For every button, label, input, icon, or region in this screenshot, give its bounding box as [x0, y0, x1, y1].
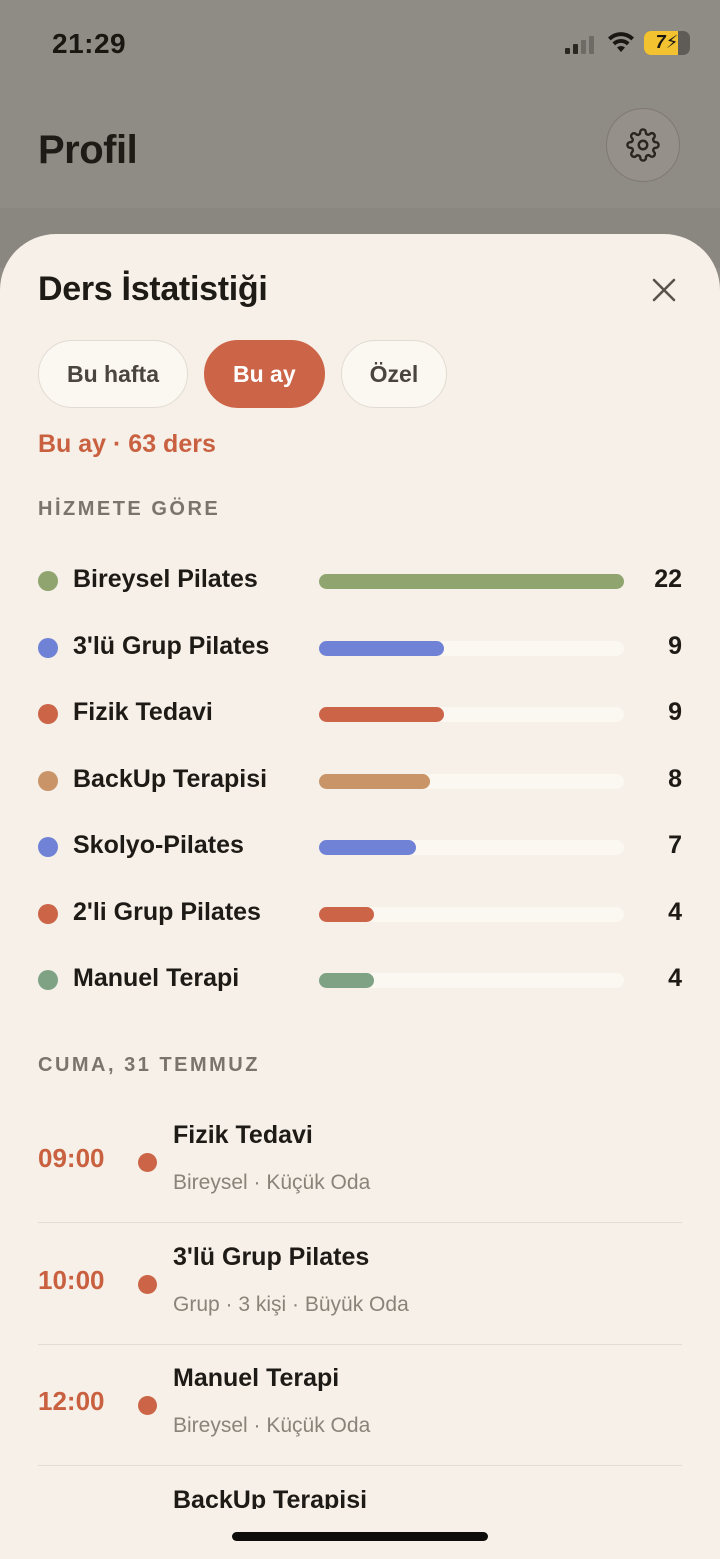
service-name: BackUp Terapisi: [73, 764, 268, 793]
service-bar-track: [319, 640, 624, 656]
service-name: Bireysel Pilates: [73, 565, 258, 593]
service-row: 2'li Grup Pilates 4: [38, 894, 682, 934]
service-row: 3'lü Grup Pilates 9: [38, 628, 682, 668]
session-status-dot: [138, 1153, 157, 1172]
service-bar-track: [319, 707, 624, 722]
session-name: Manuel Terapi: [173, 1364, 340, 1392]
service-bar-fill: [319, 840, 417, 855]
session-list-item[interactable]: 09:00 Fizik Tedavi Bireysel · Küçük Oda: [38, 1101, 682, 1223]
service-bar-fill: [319, 773, 430, 789]
session-status-dot: [138, 1396, 157, 1415]
service-name: Skolyo-Pilates: [73, 831, 244, 859]
battery-level-text: 7⚡: [655, 32, 679, 52]
service-color-dot: [38, 704, 58, 724]
settings-button[interactable]: [606, 108, 680, 182]
service-count: 9: [668, 631, 682, 660]
service-row: Bireysel Pilates 22: [38, 561, 682, 601]
signal-icon: [565, 34, 599, 54]
wifi-icon: [606, 30, 636, 54]
session-list-item[interactable]: 12:00 Manuel Terapi Bireysel · Küçük Oda: [38, 1344, 682, 1466]
service-count: 9: [668, 698, 682, 726]
status-time: 21:29: [52, 28, 127, 59]
session-meta: Bireysel · Küçük Oda: [173, 1171, 371, 1194]
session-name: Fizik Tedavi: [173, 1121, 313, 1149]
service-bar-track: [319, 574, 624, 589]
service-row: Manuel Terapi 4: [38, 960, 682, 1000]
service-name: Fizik Tedavi: [73, 698, 213, 726]
service-color-dot: [38, 903, 58, 924]
service-row: Skolyo-Pilates 7: [38, 827, 682, 867]
gear-icon: [626, 128, 660, 162]
service-count: 22: [654, 565, 682, 593]
service-count: 7: [668, 831, 682, 859]
service-bar-fill: [319, 906, 375, 922]
service-row: BackUp Terapisi 8: [38, 761, 682, 801]
service-bar-track: [319, 906, 624, 922]
session-status-dot: [138, 1274, 157, 1294]
service-color-dot: [38, 837, 58, 857]
session-meta: Bireysel · Küçük Oda: [173, 1414, 371, 1437]
tab-custom[interactable]: Özel: [340, 340, 448, 408]
battery-icon: 7⚡: [644, 31, 690, 55]
service-color-dot: [38, 637, 58, 658]
service-bar-fill: [319, 640, 444, 656]
service-bar-track: [319, 773, 624, 789]
period-summary: Bu ay · 63 ders: [38, 430, 216, 458]
sheet-title: Ders İstatistiği: [38, 270, 268, 308]
service-name: Manuel Terapi: [73, 964, 240, 992]
period-tabs: Bu hafta Bu ay Özel: [38, 340, 448, 410]
statistics-sheet: Ders İstatistiği Bu hafta Bu ay Özel Bu …: [0, 234, 720, 1559]
service-row: Fizik Tedavi 9: [38, 694, 682, 734]
day-section-label: CUMA, 31 TEMMUZ: [38, 1054, 260, 1076]
service-count: 4: [668, 964, 682, 992]
profile-header: Profil: [0, 90, 720, 208]
tab-this-month[interactable]: Bu ay: [204, 340, 325, 408]
session-time: 09:00: [38, 1143, 105, 1173]
close-icon: [652, 278, 676, 302]
service-section-label: HİZMETE GÖRE: [38, 498, 221, 520]
page-title: Profil: [38, 128, 138, 172]
service-bar-track: [319, 840, 624, 855]
service-bar-track: [319, 973, 624, 988]
service-bar-fill: [319, 707, 444, 722]
service-color-dot: [38, 770, 58, 791]
close-button[interactable]: [644, 270, 684, 310]
service-count: 4: [668, 897, 682, 926]
session-meta: Grup · 3 kişi · Büyük Oda: [173, 1292, 409, 1316]
service-bar-fill: [319, 574, 624, 589]
session-time: 12:00: [38, 1386, 105, 1416]
tab-this-week[interactable]: Bu hafta: [38, 340, 188, 408]
session-name: 3'lü Grup Pilates: [173, 1242, 370, 1271]
service-bar-fill: [319, 973, 375, 988]
service-name: 3'lü Grup Pilates: [73, 631, 270, 660]
session-time: 10:00: [38, 1264, 105, 1295]
service-name: 2'li Grup Pilates: [73, 897, 261, 926]
home-indicator[interactable]: [232, 1532, 488, 1541]
session-list-item[interactable]: 10:00 3'lü Grup Pilates Grup · 3 kişi · Bü…: [38, 1223, 682, 1345]
service-color-dot: [38, 970, 58, 990]
status-bar: 21:29 7⚡: [0, 0, 720, 90]
service-color-dot: [38, 571, 58, 591]
service-count: 8: [668, 764, 682, 793]
